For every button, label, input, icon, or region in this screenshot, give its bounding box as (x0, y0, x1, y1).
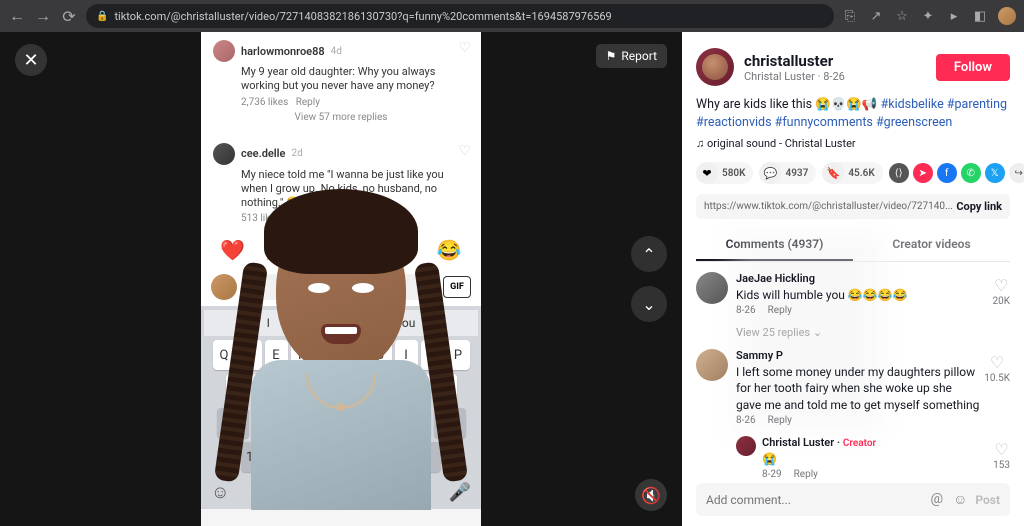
forward-button[interactable]: → (34, 7, 52, 25)
like-comment[interactable]: ♡10.5K (984, 353, 1010, 384)
main-content: ✕ ⚑ Report ⌃ ⌄ 🔇 ♡ harlowmonroe88 4d My … (0, 32, 1024, 526)
emoji-keyboard-icon[interactable]: ☺ (211, 482, 229, 503)
mic-icon[interactable]: 🎤 (449, 482, 471, 503)
add-comment-input[interactable] (706, 493, 923, 507)
browser-toolbar: ← → ⟳ 🔒 tiktok.com/@christalluster/video… (0, 0, 1024, 32)
send-icon[interactable]: ➤ (913, 163, 933, 183)
copy-link-button[interactable]: Copy link (956, 200, 1002, 213)
share-link-row: https://www.tiktok.com/@christalluster/v… (696, 194, 1010, 219)
engagement-stats: ❤580K 💬4937 🔖45.6K ⟨⟩ ➤ f ✆ 𝕏 ↪ (696, 162, 1010, 184)
heart-icon[interactable]: ♡ (458, 143, 471, 159)
star-icon[interactable]: ☆ (894, 8, 910, 24)
facebook-icon[interactable]: f (937, 163, 957, 183)
comment-item: Sammy P I left some money under my daugh… (696, 349, 1010, 426)
mention-icon[interactable]: @ (931, 491, 944, 508)
gif-button[interactable]: GIF (443, 276, 471, 298)
report-button[interactable]: ⚑ Report (596, 44, 667, 68)
close-button[interactable]: ✕ (15, 44, 47, 76)
video-caption: Why are kids like this 😭💀😭📢 #kidsbelike … (696, 96, 1010, 131)
emoji-picker-icon[interactable]: ☺ (953, 491, 967, 508)
video-player-area: ✕ ⚑ Report ⌃ ⌄ 🔇 ♡ harlowmonroe88 4d My … (0, 32, 682, 526)
heart-icon[interactable]: ♡ (458, 40, 471, 56)
profile-avatar-icon[interactable] (998, 7, 1016, 25)
reload-button[interactable]: ⟳ (60, 7, 78, 25)
embed-icon[interactable]: ⟨⟩ (889, 163, 909, 183)
install-icon[interactable]: ⎘ (842, 8, 858, 24)
like-stat[interactable]: ❤580K (696, 162, 753, 184)
mute-button[interactable]: 🔇 (635, 479, 667, 511)
share-more-icon[interactable]: ↪ (1009, 163, 1024, 183)
twitter-icon[interactable]: 𝕏 (985, 163, 1005, 183)
profile-header: christalluster Christal Luster · 8-26 Fo… (696, 48, 1010, 86)
reply-item: Christal Luster · Creator 😭 8-29Reply ♡1… (736, 436, 1010, 480)
sound-link[interactable]: ♫ original sound - Christal Luster (696, 137, 1010, 150)
whatsapp-icon[interactable]: ✆ (961, 163, 981, 183)
flag-icon: ⚑ (606, 49, 617, 63)
tag-icon[interactable]: ▸ (946, 8, 962, 24)
lock-icon: 🔒 (96, 11, 108, 22)
follow-button[interactable]: Follow (936, 54, 1010, 81)
video-content[interactable]: ♡ harlowmonroe88 4d My 9 year old daught… (201, 32, 481, 526)
overlay-comment-1: ♡ harlowmonroe88 4d My 9 year old daught… (201, 32, 481, 135)
like-comment[interactable]: ♡20K (992, 276, 1010, 307)
post-button[interactable]: Post (975, 493, 1000, 507)
replier-avatar[interactable] (736, 436, 756, 456)
prev-video-button[interactable]: ⌃ (631, 236, 667, 272)
next-video-button[interactable]: ⌄ (631, 286, 667, 322)
creator-avatar[interactable] (696, 48, 734, 86)
share-url: https://www.tiktok.com/@christalluster/v… (704, 201, 956, 212)
comments-list: JaeJae Hickling Kids will humble you 😂😂😂… (696, 272, 1010, 483)
url-text: tiktok.com/@christalluster/video/7271408… (114, 10, 611, 23)
like-reply[interactable]: ♡153 (993, 440, 1010, 471)
comment-stat[interactable]: 💬4937 (759, 162, 816, 184)
my-avatar (211, 274, 237, 300)
person-greenscreen (241, 207, 441, 517)
browser-actions: ⎘ ↗ ☆ ✦ ▸ ◧ (842, 7, 1016, 25)
commenter-avatar (213, 40, 235, 62)
comment-item: JaeJae Hickling Kids will humble you 😂😂😂… (696, 272, 1010, 316)
commenter-avatar[interactable] (696, 349, 728, 381)
video-nav-arrows: ⌃ ⌄ (631, 236, 667, 322)
address-bar[interactable]: 🔒 tiktok.com/@christalluster/video/72714… (86, 4, 834, 28)
back-button[interactable]: ← (8, 7, 26, 25)
extensions-icon[interactable]: ✦ (920, 8, 936, 24)
commenter-avatar[interactable] (696, 272, 728, 304)
commenter-avatar (213, 143, 235, 165)
info-sidebar: christalluster Christal Luster · 8-26 Fo… (682, 32, 1024, 526)
panel-icon[interactable]: ◧ (972, 8, 988, 24)
share-icon[interactable]: ↗ (868, 8, 884, 24)
creator-username[interactable]: christalluster (744, 52, 926, 70)
add-comment-bar: @ ☺ Post (696, 483, 1010, 516)
save-stat[interactable]: 🔖45.6K (822, 162, 882, 184)
